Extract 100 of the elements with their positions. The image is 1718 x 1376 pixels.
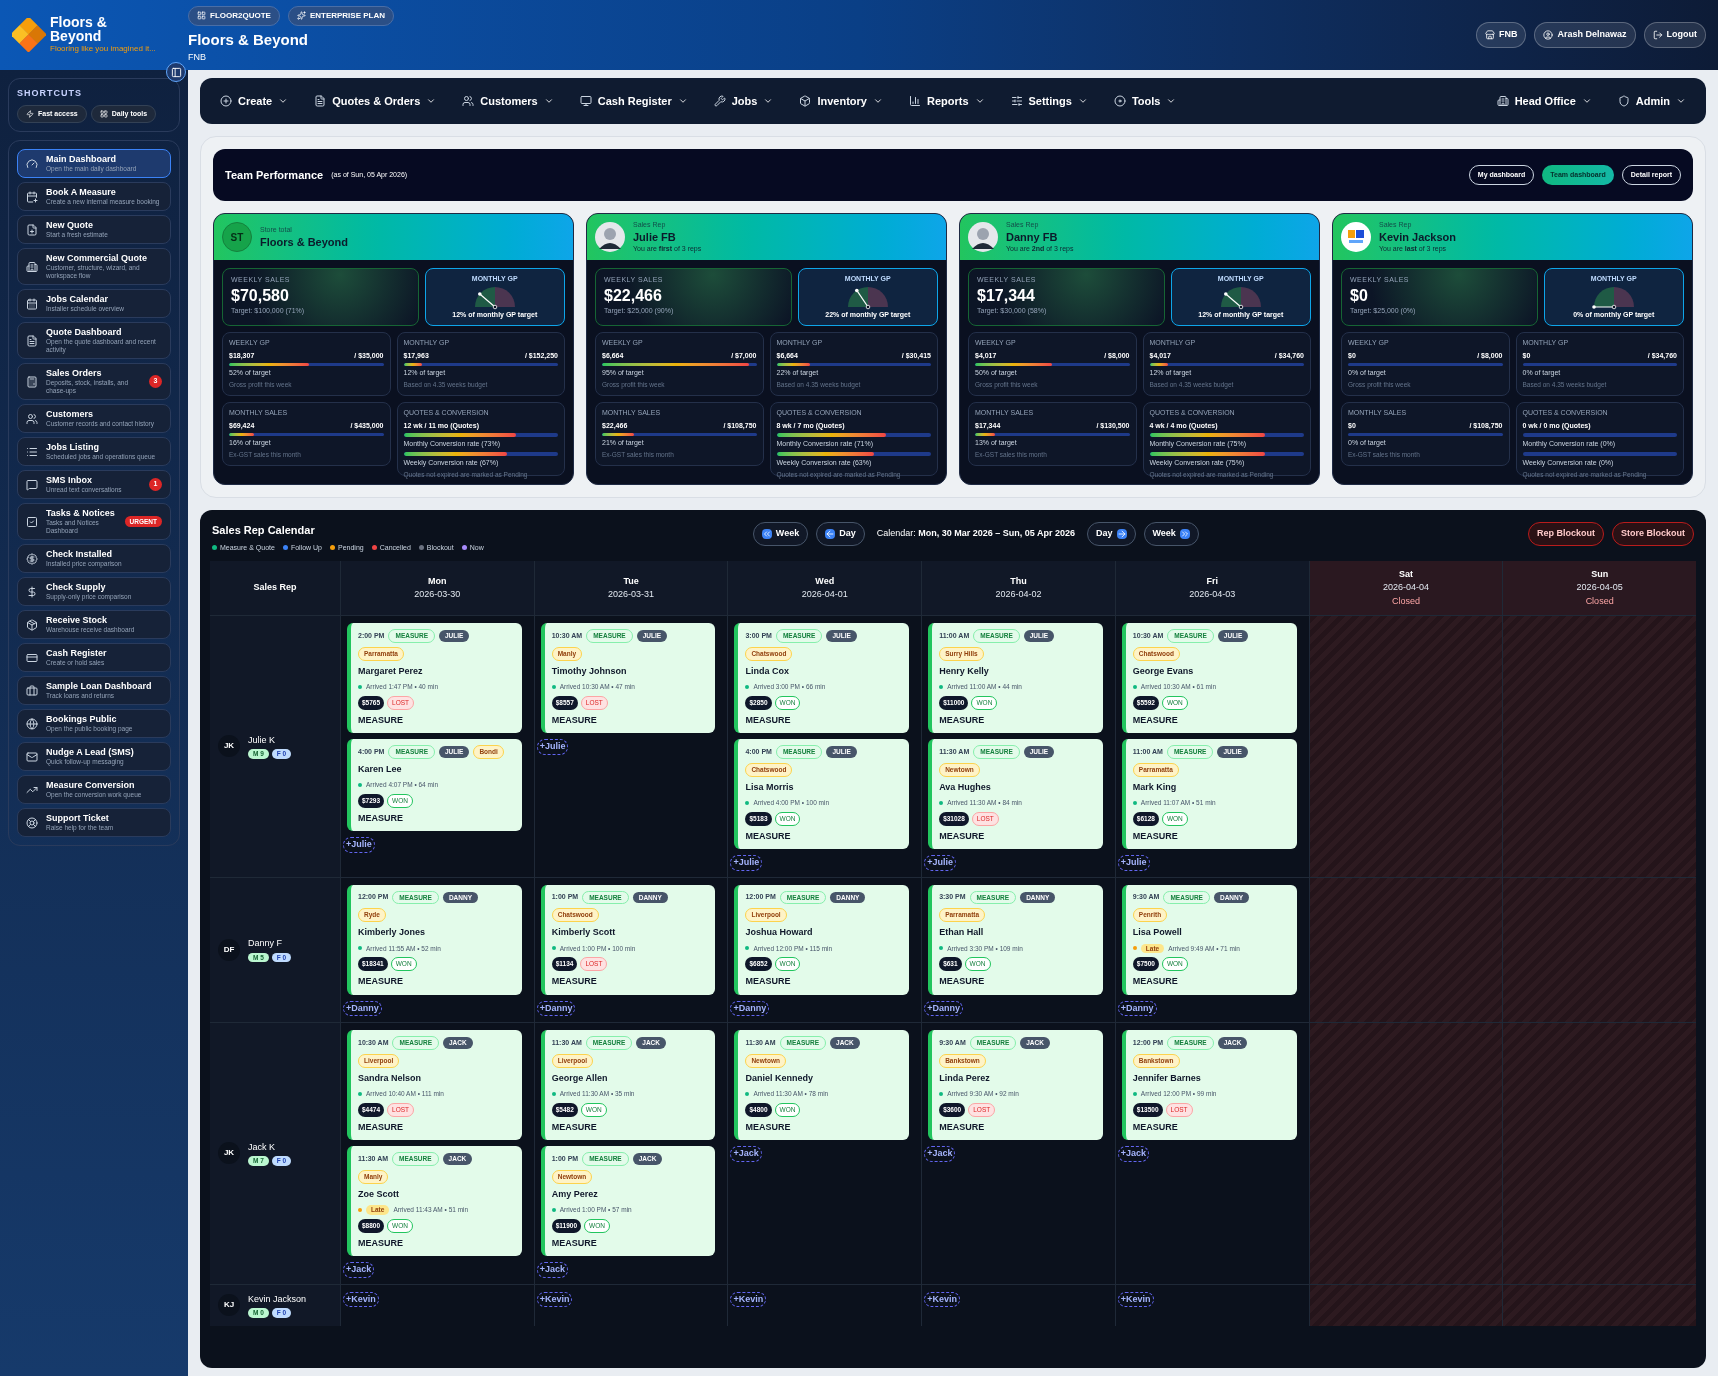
add-appointment-link[interactable]: +Kevin	[924, 1291, 960, 1307]
list-icon	[26, 445, 38, 458]
calendar-range: Calendar: Mon, 30 Mar 2026 – Sun, 05 Apr 2026	[876, 527, 1075, 540]
checkbox-icon	[26, 515, 38, 528]
add-appointment-link[interactable]: +Danny	[343, 1000, 382, 1016]
shortcut-title: Customers	[46, 409, 94, 420]
customer-name: George Allen	[551, 1071, 609, 1085]
day-name: Sat	[1398, 567, 1413, 581]
caret-icon	[1581, 96, 1592, 106]
menu-item[interactable]: Head Office	[1496, 92, 1592, 110]
closed-label: Closed	[1391, 594, 1420, 608]
menu-item[interactable]: Create	[220, 92, 289, 110]
double-arrow-icon	[1179, 528, 1190, 539]
lifebuoy-icon	[26, 816, 38, 829]
customer-name: Amy Perez	[551, 1187, 599, 1201]
menu-item[interactable]: Customers	[462, 92, 554, 110]
menu-item[interactable]: Inventory	[799, 92, 883, 110]
appointment-type: MEASURE	[1132, 1120, 1179, 1134]
weekly-sales-value: $70,580	[231, 285, 290, 306]
appointment-type: MEASURE	[1132, 713, 1179, 727]
customer-name: Mark King	[1132, 780, 1178, 794]
weekly-sales-value: $22,466	[604, 285, 663, 306]
header-button[interactable]: FNB	[1475, 22, 1527, 48]
day-date: 2026-04-01	[801, 588, 848, 601]
menu-item[interactable]: Tools	[1113, 92, 1177, 110]
shortcut-title: Main Dashboard	[46, 154, 117, 165]
caret-icon	[426, 96, 437, 106]
lightning-icon	[26, 109, 34, 118]
user-icon	[1543, 30, 1554, 40]
shortcut-title: Jobs Listing	[46, 442, 100, 453]
plan-badge: ENTERPRISE PLAN	[287, 5, 394, 26]
building-icon	[1496, 95, 1509, 107]
rep-initials: DF	[218, 938, 240, 961]
customer-name: Linda Cox	[745, 664, 790, 678]
customer-name: Kimberly Scott	[551, 926, 617, 939]
company-title: Floors & Beyond	[188, 29, 309, 50]
shortcut-title: Nudge A Lead (SMS)	[46, 747, 135, 758]
sliders-icon	[1010, 95, 1023, 107]
day-name: Tue	[623, 574, 639, 588]
menu-item[interactable]: Jobs	[713, 92, 774, 110]
add-appointment-link[interactable]: +Kevin	[343, 1291, 379, 1307]
caret-icon	[677, 96, 688, 106]
day-name: Wed	[815, 574, 835, 588]
menu-item[interactable]: Settings	[1010, 92, 1088, 110]
company-code: FNB	[188, 51, 207, 64]
rep-initials: JK	[218, 735, 240, 758]
calendar-nav-button[interactable]: Week	[752, 522, 809, 546]
day-date: 2026-03-30	[414, 588, 461, 601]
box-icon	[799, 95, 812, 107]
grid-icon	[197, 11, 206, 20]
menu-item[interactable]: Admin	[1617, 92, 1686, 110]
dollar-icon	[26, 585, 38, 598]
shortcut-title: New Quote	[46, 220, 94, 231]
customer-name: Linda Perez	[939, 1071, 991, 1085]
package-icon	[26, 618, 38, 631]
appointment-type: MEASURE	[358, 713, 404, 727]
header-button[interactable]: Arash Delnawaz	[1534, 22, 1636, 48]
add-appointment-link[interactable]: +Julie	[343, 837, 375, 853]
rep-name: Kevin Jackson	[248, 1292, 307, 1306]
add-appointment-link[interactable]: +Jack	[924, 1146, 956, 1162]
add-appointment-link[interactable]: +Julie	[924, 855, 956, 871]
shortcut-title: SMS Inbox	[46, 475, 93, 486]
shortcut-title: Cash Register	[46, 648, 108, 659]
menu-item[interactable]: Quotes & Orders	[314, 92, 437, 110]
brand-name: Floors & Beyond	[50, 15, 108, 43]
panel-icon	[170, 66, 182, 78]
day-name: Mon	[428, 574, 447, 588]
appointment-type: MEASURE	[745, 713, 792, 727]
logo-avatar-icon	[1341, 222, 1371, 252]
appointment-type: MEASURE	[551, 1120, 598, 1134]
shortcut-title: Support Ticket	[46, 813, 110, 824]
add-appointment-link[interactable]: +Danny	[924, 1000, 963, 1016]
wrench-icon	[713, 95, 726, 107]
customer-name: Zoe Scott	[358, 1187, 400, 1201]
calendar-nav-button[interactable]: Week	[1143, 522, 1199, 546]
calendar-nav-button[interactable]: Day	[1087, 522, 1136, 546]
blockout-button[interactable]: Rep Blockout	[1527, 522, 1604, 546]
users-icon	[26, 412, 38, 425]
day-date: 2026-04-03	[1189, 588, 1236, 601]
caret-icon	[1676, 96, 1686, 106]
menu-item[interactable]: Reports	[908, 92, 985, 110]
calculator-icon	[26, 375, 38, 388]
building-icon	[26, 260, 38, 273]
shortcut-title: New Commercial Quote	[46, 253, 149, 264]
logout-icon	[1652, 30, 1663, 40]
appointment-type: MEASURE	[939, 713, 986, 727]
caret-icon	[543, 96, 554, 106]
customer-name: Daniel Kennedy	[745, 1071, 814, 1085]
customer-name: George Evans	[1132, 664, 1195, 678]
document-icon	[314, 95, 327, 107]
blockout-button[interactable]: Store Blockout	[1612, 522, 1694, 546]
calendar-nav-button[interactable]: Day	[816, 522, 865, 546]
menu-item[interactable]: Cash Register	[579, 92, 688, 110]
appointment-type: MEASURE	[939, 1120, 986, 1134]
header-button[interactable]: Logout	[1643, 22, 1706, 48]
caret-icon	[974, 96, 985, 106]
avatar	[595, 222, 625, 252]
shortcut-title: Sales Orders	[46, 368, 103, 379]
appointment-type: MEASURE	[745, 1120, 792, 1134]
closed-label: Closed	[1585, 594, 1614, 608]
